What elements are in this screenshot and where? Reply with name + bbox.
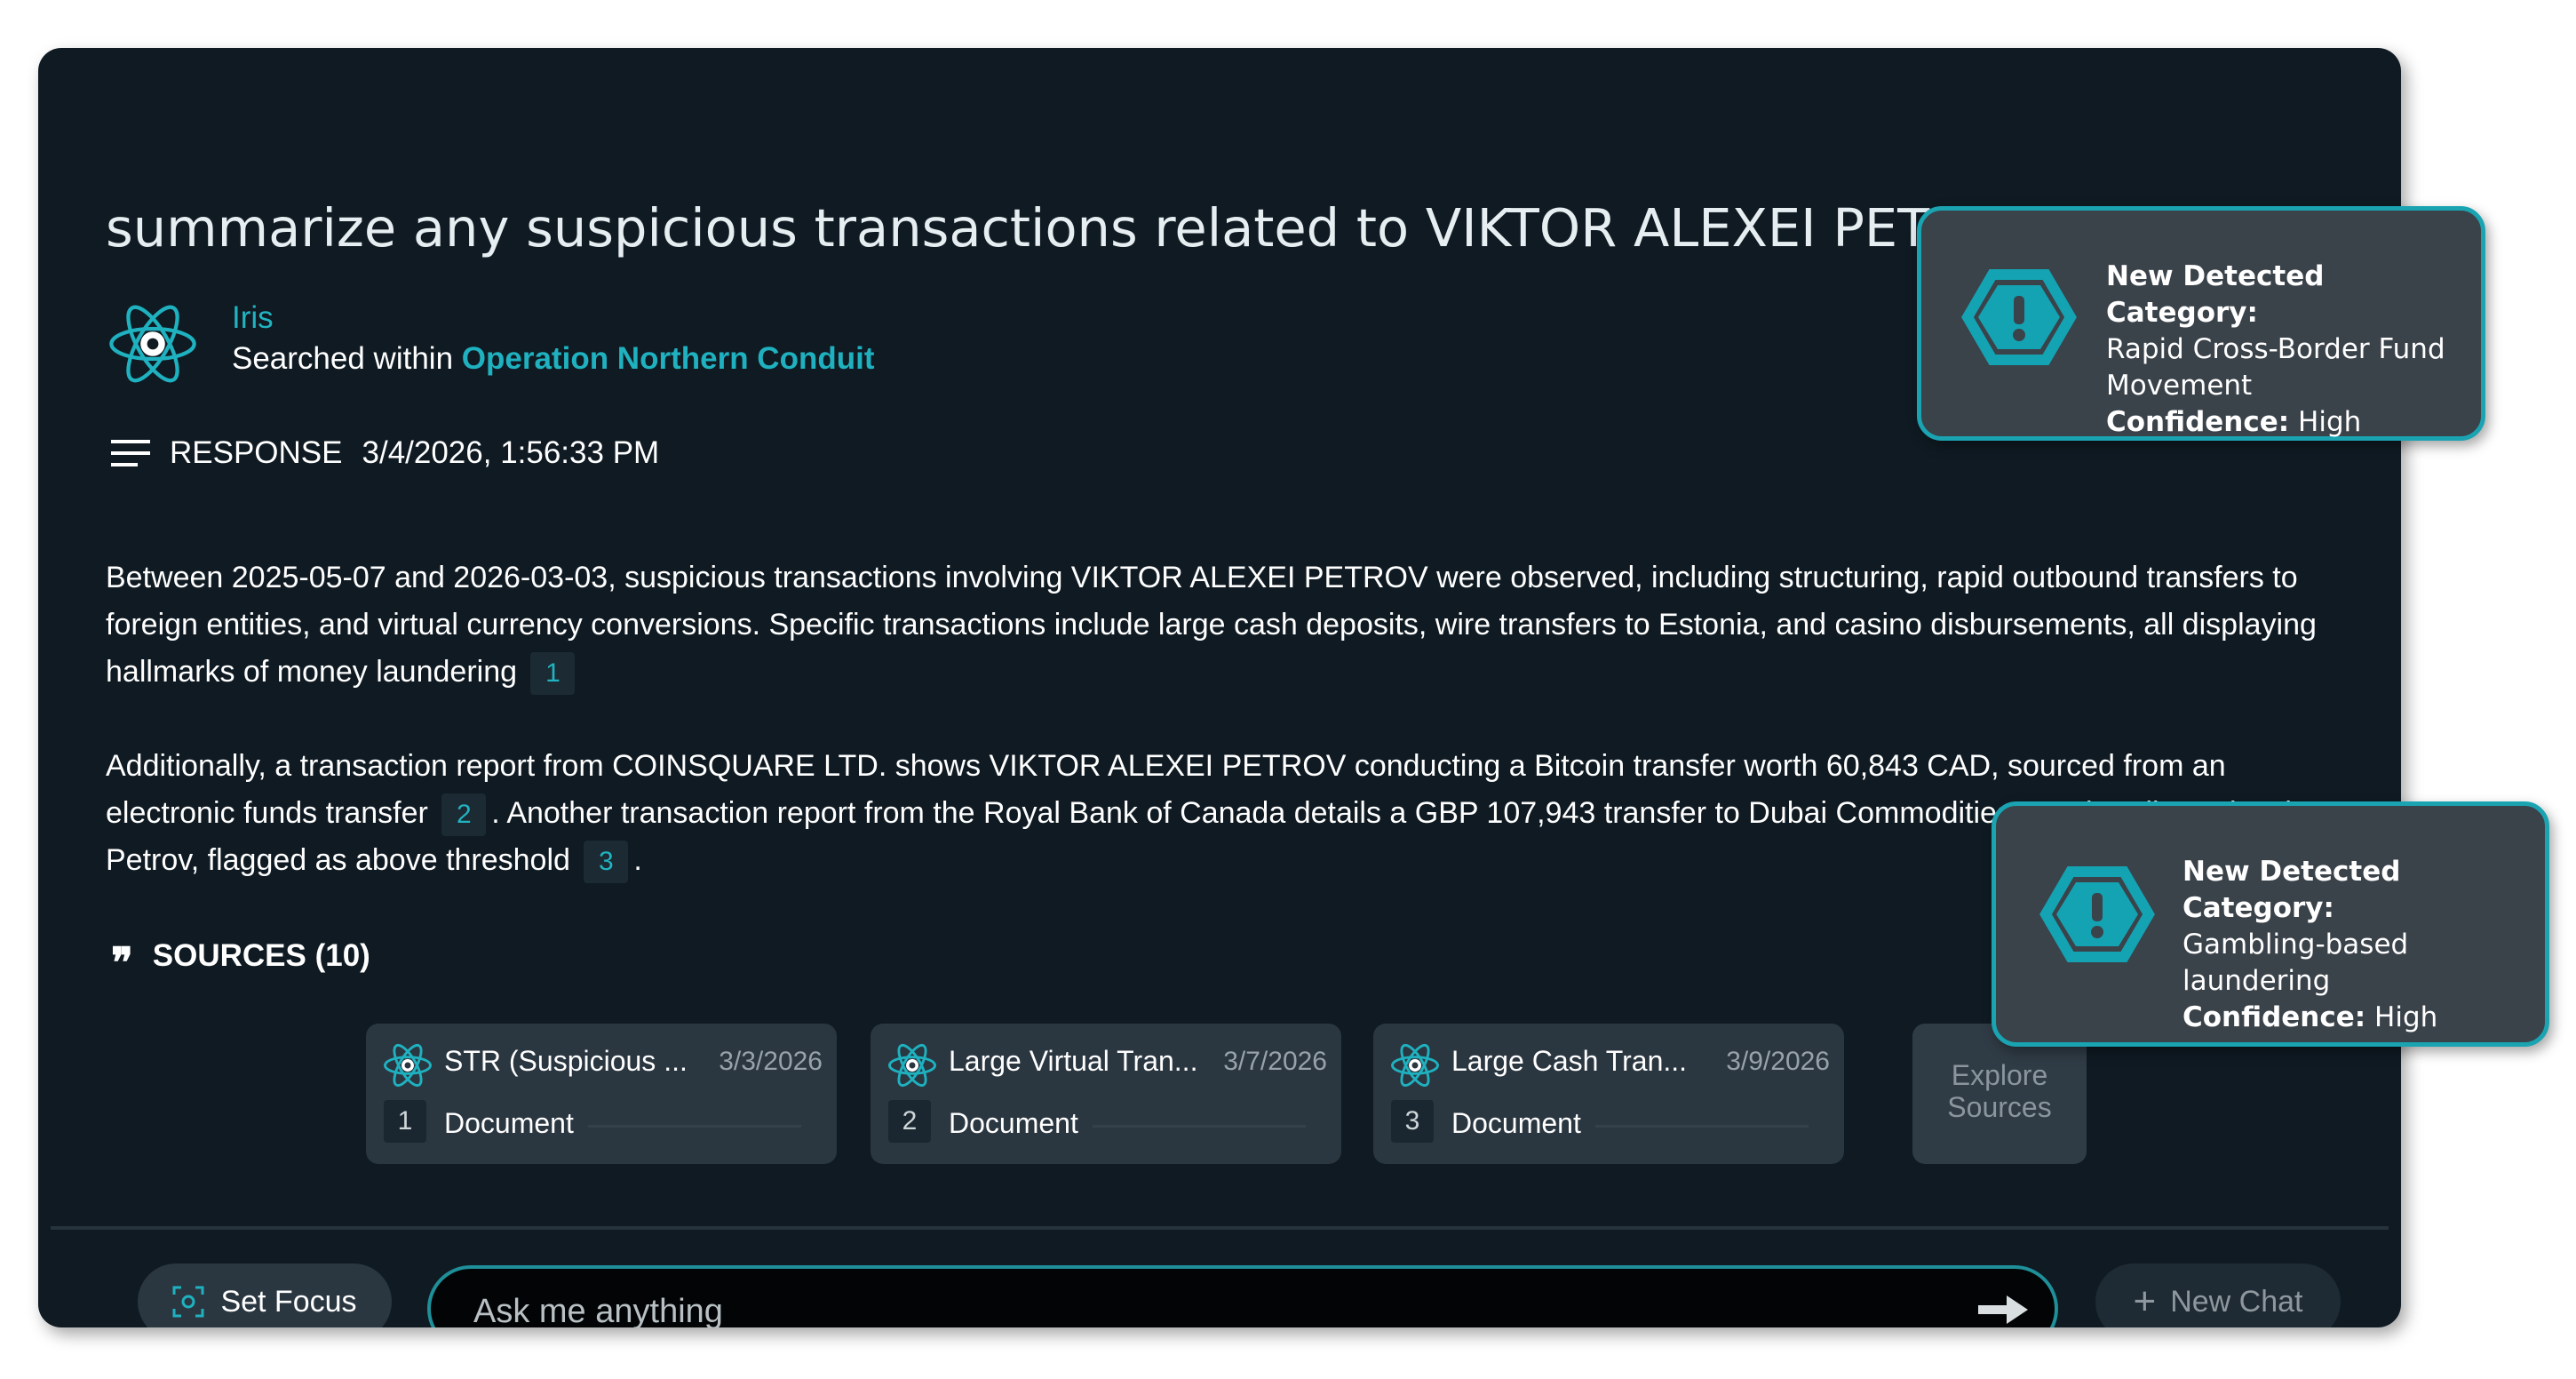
detected-category-notice: New Detected Category: Gambling-based la… <box>1992 801 2549 1047</box>
focus-target-icon <box>172 1286 204 1318</box>
source-date: 3/7/2026 <box>1223 1047 1327 1076</box>
new-chat-label: New Chat <box>2170 1284 2303 1319</box>
alert-hexagon-icon <box>1961 269 2077 365</box>
source-type: Document <box>444 1107 574 1139</box>
notice-category: Rapid Cross-Border Fund Movement <box>2106 333 2445 402</box>
source-title: Large Virtual Tran... <box>949 1045 1197 1077</box>
arrow-right-icon[interactable] <box>1976 1290 2030 1327</box>
source-type: Document <box>949 1107 1078 1139</box>
notice-text: New Detected Category: Rapid Cross-Borde… <box>2106 259 2479 441</box>
explore-label: Explore <box>1951 1059 2048 1091</box>
citation-2[interactable]: 2 <box>441 793 487 837</box>
scope-link[interactable]: Operation Northern Conduit <box>462 341 875 376</box>
divider <box>1595 1125 1809 1128</box>
sources-label: SOURCES (10) <box>152 938 370 973</box>
explore-label: Sources <box>1947 1091 2052 1123</box>
notice-label: New Detected Category: <box>2106 260 2325 329</box>
source-number: 3 <box>1391 1100 1434 1143</box>
source-number: 2 <box>888 1100 931 1143</box>
response-label: RESPONSE <box>170 435 343 470</box>
search-scope-prefix: Searched within <box>232 341 454 376</box>
set-focus-button[interactable]: Set Focus <box>138 1263 392 1327</box>
footer-divider <box>51 1226 2389 1230</box>
alert-hexagon-icon <box>2039 866 2155 962</box>
source-type: Document <box>1451 1107 1581 1139</box>
divider <box>588 1125 801 1128</box>
source-card-3[interactable]: Large Cash Tran... 3/9/2026 3 Document <box>1373 1024 1844 1164</box>
quote-icon: ❞ <box>111 939 133 985</box>
query-title: summarize any suspicious transactions re… <box>106 197 2042 259</box>
source-title: Large Cash Tran... <box>1451 1045 1688 1077</box>
source-number: 1 <box>384 1100 426 1143</box>
notice-category: Gambling-based laundering <box>2182 929 2409 997</box>
citation-1[interactable]: 1 <box>530 652 576 696</box>
assistant-name: Iris <box>232 300 274 335</box>
source-title: STR (Suspicious ... <box>444 1045 688 1077</box>
confidence-value: High <box>2298 406 2362 438</box>
response-text: . <box>633 843 642 877</box>
sources-header: ❞ SOURCES (10) <box>111 937 370 985</box>
detected-category-notice: New Detected Category: Rapid Cross-Borde… <box>1917 206 2485 441</box>
atom-eye-icon <box>888 1043 936 1088</box>
notice-text: New Detected Category: Gambling-based la… <box>2182 854 2547 1036</box>
new-chat-button[interactable]: + New Chat <box>2095 1263 2341 1327</box>
atom-eye-icon <box>384 1043 432 1088</box>
notice-confidence: Confidence: High <box>2182 1000 2547 1036</box>
response-header: RESPONSE 3/4/2026, 1:56:33 PM <box>111 435 659 471</box>
response-text: Between 2025-05-07 and 2026-03-03, suspi… <box>106 561 2317 689</box>
divider <box>1093 1125 1306 1128</box>
chat-input-box[interactable] <box>427 1265 2058 1327</box>
atom-eye-icon <box>1391 1043 1439 1088</box>
source-card-1[interactable]: STR (Suspicious ... 3/3/2026 1 Document <box>366 1024 837 1164</box>
source-date: 3/3/2026 <box>719 1047 823 1076</box>
menu-lines-icon <box>111 440 150 466</box>
response-text: . Another transaction report from the Ro… <box>106 796 2292 877</box>
confidence-value: High <box>2374 1001 2438 1033</box>
plus-icon: + <box>2133 1279 2157 1323</box>
atom-eye-icon <box>109 305 196 383</box>
confidence-label: Confidence: <box>2106 406 2290 438</box>
confidence-label: Confidence: <box>2182 1001 2366 1033</box>
set-focus-label: Set Focus <box>220 1284 357 1319</box>
chat-input[interactable] <box>472 1288 1896 1327</box>
citation-3[interactable]: 3 <box>584 841 629 884</box>
response-paragraph-1: Between 2025-05-07 and 2026-03-03, suspi… <box>106 554 2344 696</box>
notice-confidence: Confidence: High <box>2106 404 2479 441</box>
search-scope: Searched within Operation Northern Condu… <box>232 341 874 377</box>
source-date: 3/9/2026 <box>1726 1047 1830 1076</box>
notice-label: New Detected Category: <box>2182 856 2401 924</box>
source-card-2[interactable]: Large Virtual Tran... 3/7/2026 2 Documen… <box>871 1024 1341 1164</box>
response-timestamp: 3/4/2026, 1:56:33 PM <box>362 435 660 470</box>
